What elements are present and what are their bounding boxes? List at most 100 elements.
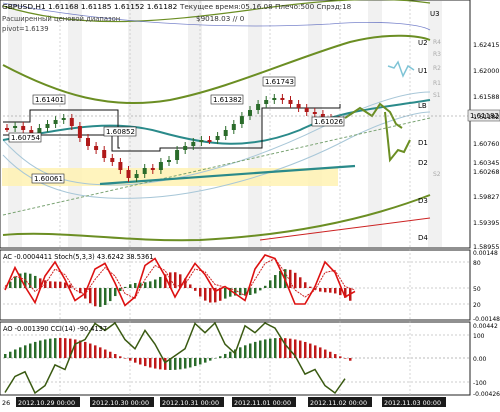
ao-bar [109, 352, 112, 358]
main-y-axis: 1.624151.620001.615881.611821.607601.603… [473, 41, 499, 251]
ao-bar [179, 358, 182, 369]
ac-bar [274, 275, 277, 288]
ac-bar [99, 288, 102, 307]
candle-body[interactable] [256, 104, 260, 110]
candle-body[interactable] [297, 104, 301, 108]
candle-body[interactable] [191, 142, 195, 146]
candle-body[interactable] [224, 130, 228, 136]
ao-y-tick: -100 [473, 380, 487, 387]
y-tick-label: 1.60345 [473, 159, 499, 167]
candle-body[interactable] [110, 158, 114, 162]
candle-body[interactable] [29, 130, 33, 133]
time-label: 26 [2, 399, 10, 407]
candle-body[interactable] [54, 120, 58, 124]
ao-bar [134, 358, 137, 363]
candle-body[interactable] [143, 168, 147, 174]
ao-bar [64, 338, 67, 358]
ac-bar [194, 288, 197, 291]
candle-body[interactable] [70, 118, 74, 126]
candle-body[interactable] [118, 162, 122, 170]
ao-bar [129, 358, 132, 361]
level-label-d2: D2 [418, 159, 428, 167]
ao-bar [14, 349, 17, 358]
ac-bar [89, 288, 92, 303]
ac-bar [159, 277, 162, 288]
ao-bar [99, 347, 102, 358]
ao-bar [174, 358, 177, 370]
indicator-name: Расширенный ценовой диапазон [2, 15, 120, 23]
ao-bar [154, 358, 157, 369]
candle-body[interactable] [94, 146, 98, 150]
candle-body[interactable] [102, 150, 106, 158]
ao-bar [39, 341, 42, 358]
ac-bar [239, 288, 242, 295]
ac-bar [304, 282, 307, 288]
candle-body[interactable] [62, 118, 66, 120]
price-annotation: 1.61382 [213, 96, 242, 104]
ao-bar [149, 358, 152, 367]
time-label: 2012.11.02 00:00 [310, 399, 367, 407]
ao-bar [184, 358, 187, 369]
ac-y-tick: -0.00148 [473, 316, 500, 323]
ao-bar [24, 345, 27, 358]
candle-body[interactable] [248, 110, 252, 116]
ao-bar [349, 358, 352, 361]
candle-body[interactable] [272, 98, 276, 100]
candle-body[interactable] [37, 128, 41, 133]
ac-bar [334, 288, 337, 293]
ac-bar [154, 280, 157, 288]
ao-bar [209, 358, 212, 361]
ac-bar [289, 270, 292, 288]
candle-body[interactable] [232, 124, 236, 130]
ac-bar [44, 280, 47, 288]
ao-bar [119, 356, 122, 358]
level-label-u2: U2 [418, 39, 428, 47]
ac-y-tick: 80 [473, 260, 481, 267]
price-annotation: 1.60852 [106, 128, 135, 136]
candle-body[interactable] [78, 126, 82, 138]
level-label-r2: R2 [433, 65, 441, 72]
ao-bar [254, 342, 257, 358]
candle-body[interactable] [5, 128, 9, 130]
ac-bar [329, 288, 332, 293]
candle-body[interactable] [13, 126, 17, 128]
candle-body[interactable] [21, 126, 25, 130]
candle-body[interactable] [183, 146, 187, 150]
candle-body[interactable] [216, 136, 220, 140]
candle-body[interactable] [127, 170, 131, 178]
ao-bar [324, 350, 327, 358]
candle-body[interactable] [264, 100, 268, 104]
y-tick-label: 1.59395 [473, 219, 499, 227]
candle-body[interactable] [208, 140, 212, 142]
candle-body[interactable] [199, 140, 203, 142]
ac-bar [209, 288, 212, 303]
candle-body[interactable] [313, 112, 317, 114]
candle-body[interactable] [46, 124, 50, 128]
ac-bar [324, 288, 327, 292]
trading-chart-window[interactable]: 1.61182 U3R4R3U2R2R1U1LBS1D1D2S2D3D4 1.6… [0, 0, 500, 408]
candle-body[interactable] [167, 160, 171, 162]
ao-bar [239, 347, 242, 358]
candle-body[interactable] [86, 138, 90, 146]
ao-bar [204, 358, 207, 363]
ao-bar [314, 345, 317, 358]
ac-bar [9, 282, 12, 288]
ao-bar [259, 341, 262, 358]
ao-bar [144, 358, 147, 366]
ao-bar [89, 344, 92, 358]
candle-body[interactable] [289, 100, 293, 104]
candle-body[interactable] [240, 116, 244, 124]
candle-body[interactable] [175, 150, 179, 160]
candle-body[interactable] [305, 108, 309, 112]
candle-body[interactable] [135, 174, 139, 178]
ao-bar [139, 358, 142, 364]
candle-body[interactable] [151, 168, 155, 170]
level-label-u3: U3 [430, 10, 440, 18]
session-band [248, 1, 262, 247]
ao-bar [9, 352, 12, 358]
ao-bar [319, 347, 322, 358]
ao-bar [54, 338, 57, 358]
candle-body[interactable] [280, 98, 284, 100]
chart-canvas[interactable]: 1.61182 U3R4R3U2R2R1U1LBS1D1D2S2D3D4 1.6… [0, 0, 500, 408]
candle-body[interactable] [159, 162, 163, 170]
